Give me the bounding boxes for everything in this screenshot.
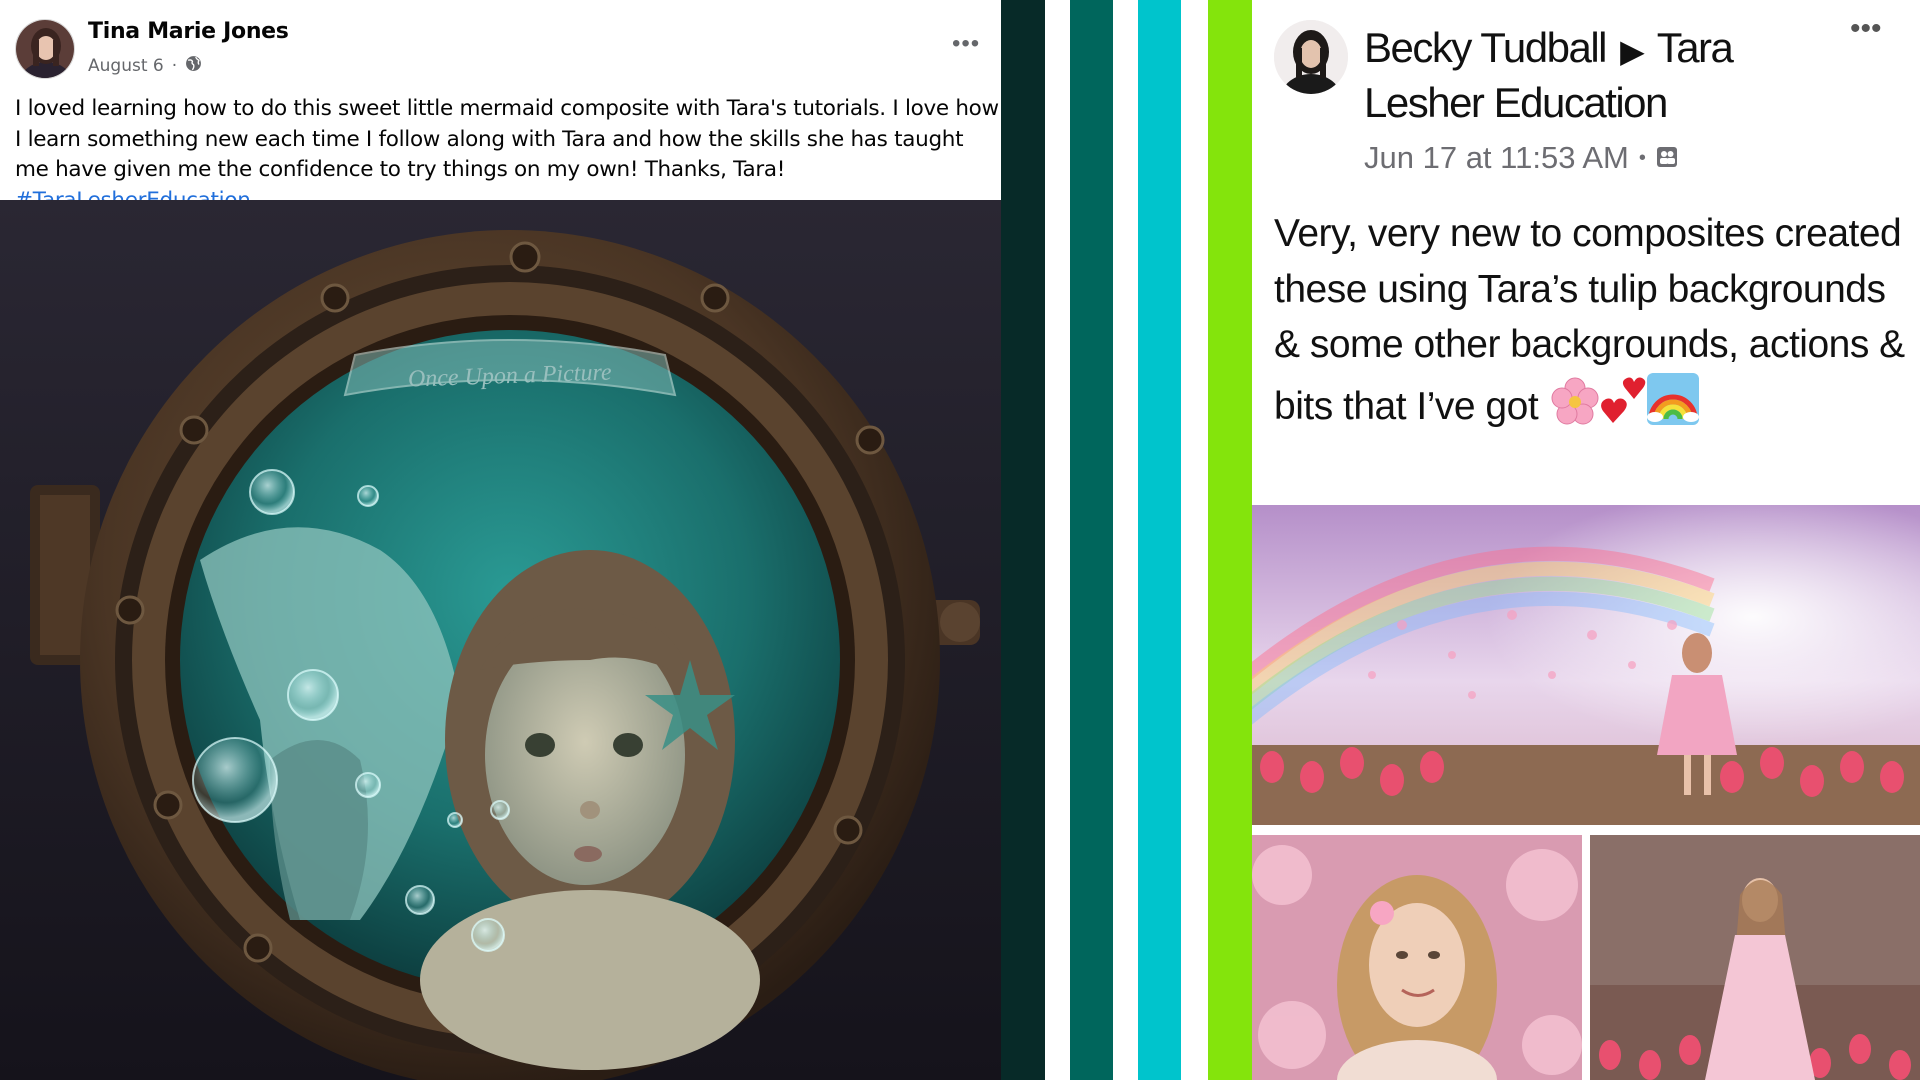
two-hearts-emoji bbox=[1600, 373, 1647, 441]
more-options-button[interactable]: ••• bbox=[952, 30, 980, 58]
arrow-icon: ▶ bbox=[1620, 33, 1645, 69]
girl-pink-dress-tulips-photo[interactable] bbox=[1590, 835, 1920, 1080]
post-text: Very, very new to composites created the… bbox=[1274, 206, 1914, 440]
post-meta: August 6 · bbox=[88, 55, 202, 77]
avatar[interactable] bbox=[1274, 20, 1348, 94]
divider-stripe-white bbox=[1113, 0, 1138, 1080]
cherry-blossom-emoji bbox=[1549, 377, 1601, 441]
meta-separator: · bbox=[171, 56, 178, 76]
right-post-card: Becky Tudball ▶ Tara Lesher Education Ju… bbox=[1252, 0, 1920, 1080]
post-date[interactable]: August 6 bbox=[88, 56, 164, 76]
more-options-button[interactable]: ••• bbox=[1850, 12, 1882, 46]
rainbow-tulip-field-photo[interactable] bbox=[1252, 505, 1920, 825]
divider-stripe-dark-teal bbox=[1001, 0, 1045, 1080]
post-text: I loved learning how to do this sweet li… bbox=[15, 94, 1000, 216]
left-post-header: Tina Marie Jones August 6 · ••• I loved … bbox=[0, 0, 1001, 213]
post-body: I loved learning how to do this sweet li… bbox=[15, 96, 999, 182]
author-name[interactable]: Becky Tudball bbox=[1364, 24, 1607, 71]
divider-stripe-teal bbox=[1070, 0, 1113, 1080]
author-name[interactable]: Tina Marie Jones bbox=[88, 19, 289, 44]
post-meta: Jun 17 at 11:53 AM • bbox=[1364, 140, 1678, 176]
avatar[interactable] bbox=[15, 19, 75, 79]
group-icon bbox=[1656, 140, 1678, 176]
globe-icon bbox=[185, 55, 202, 77]
divider-stripe-white bbox=[1181, 0, 1208, 1080]
mermaid-porthole-photo[interactable]: Once Upon a Picture bbox=[0, 200, 1001, 1080]
divider-stripe-cyan bbox=[1138, 0, 1181, 1080]
left-post-card: Tina Marie Jones August 6 · ••• I loved … bbox=[0, 0, 1001, 1080]
rainbow-emoji bbox=[1646, 372, 1699, 441]
meta-separator: • bbox=[1638, 146, 1646, 169]
girl-blossom-portrait-photo[interactable] bbox=[1252, 835, 1582, 1080]
divider-stripe-lime bbox=[1208, 0, 1252, 1080]
divider-stripe-white bbox=[1045, 0, 1070, 1080]
post-author-line: Becky Tudball ▶ Tara Lesher Education bbox=[1364, 22, 1784, 129]
post-time[interactable]: Jun 17 at 11:53 AM bbox=[1364, 140, 1629, 176]
